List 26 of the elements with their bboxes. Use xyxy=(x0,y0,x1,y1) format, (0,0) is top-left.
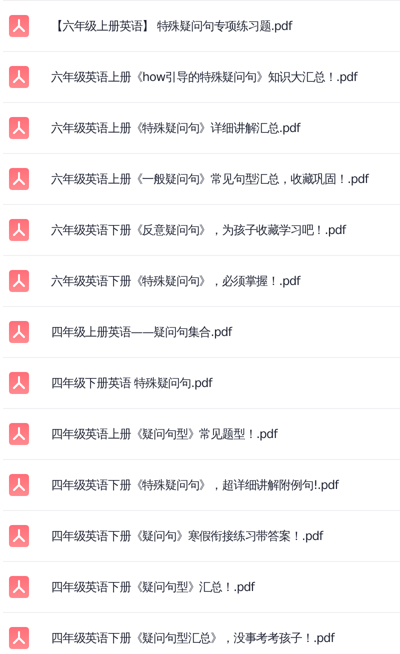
file-item[interactable]: 【六年级上册英语】 特殊疑问句专项练习题.pdf xyxy=(3,0,400,52)
pdf-icon xyxy=(9,117,29,139)
file-item[interactable]: 四年级英语下册《疑问句》寒假衔接练习带答案！.pdf xyxy=(3,511,400,562)
pdf-icon xyxy=(9,168,29,190)
file-item[interactable]: 六年级英语上册《一般疑问句》常见句型汇总，收藏巩固！.pdf xyxy=(3,154,400,205)
file-item[interactable]: 四年级上册英语——疑问句集合.pdf xyxy=(3,307,400,358)
pdf-icon xyxy=(9,66,29,88)
file-item[interactable]: 六年级英语上册《how引导的特殊疑问句》知识大汇总！.pdf xyxy=(3,52,400,103)
pdf-icon xyxy=(9,525,29,547)
file-item[interactable]: 四年级英语下册《疑问句型》汇总！.pdf xyxy=(3,562,400,613)
pdf-icon xyxy=(9,423,29,445)
file-item[interactable]: 六年级英语下册《反意疑问句》，为孩子收藏学习吧！.pdf xyxy=(3,205,400,256)
file-item[interactable]: 六年级英语下册《特殊疑问句》，必须掌握！.pdf xyxy=(3,256,400,307)
pdf-icon xyxy=(9,576,29,598)
file-item[interactable]: 四年级英语下册《疑问句型汇总》，没事考考孩子！.pdf xyxy=(3,613,400,654)
pdf-icon xyxy=(9,219,29,241)
pdf-icon xyxy=(9,15,29,37)
pdf-icon xyxy=(9,321,29,343)
pdf-icon xyxy=(9,474,29,496)
file-item[interactable]: 四年级英语下册《特殊疑问句》，超详细讲解附例句!.pdf xyxy=(3,460,400,511)
file-item[interactable]: 六年级英语上册《特殊疑问句》详细讲解汇总.pdf xyxy=(3,103,400,154)
file-item[interactable]: 四年级下册英语 特殊疑问句.pdf xyxy=(3,358,400,409)
pdf-icon xyxy=(9,270,29,292)
file-item[interactable]: 四年级英语上册《疑问句型》常见题型！.pdf xyxy=(3,409,400,460)
pdf-icon xyxy=(9,372,29,394)
pdf-icon xyxy=(9,627,29,649)
